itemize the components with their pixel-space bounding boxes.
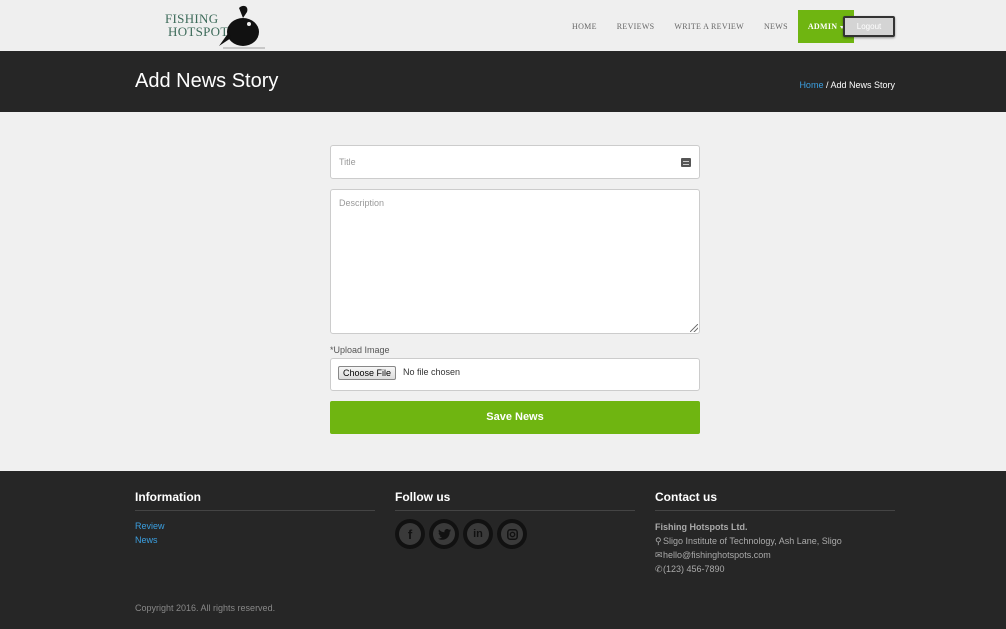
fish-icon bbox=[219, 5, 265, 49]
twitter-icon[interactable] bbox=[429, 519, 459, 549]
facebook-icon[interactable]: f bbox=[395, 519, 425, 549]
nav-news[interactable]: NEWS bbox=[754, 10, 798, 43]
contact-address-row: ⚲Sligo Institute of Technology, Ash Lane… bbox=[655, 534, 895, 548]
footer-follow: Follow us f in bbox=[395, 490, 635, 549]
keyboard-icon bbox=[681, 158, 691, 167]
footer-link-news[interactable]: News bbox=[135, 533, 375, 547]
phone-icon: ✆ bbox=[655, 564, 663, 574]
save-news-button[interactable]: Save News bbox=[330, 401, 700, 434]
main-nav: HOME REVIEWS WRITE A REVIEW NEWS ADMIN bbox=[562, 10, 855, 43]
footer-link-review[interactable]: Review bbox=[135, 519, 375, 533]
nav-admin-label: ADMIN bbox=[807, 22, 838, 31]
nav-reviews[interactable]: REVIEWS bbox=[607, 10, 665, 43]
top-navbar: FISHING HOTSPOTS HOME REVIEWS WRITE A RE… bbox=[0, 0, 1006, 51]
logout-button[interactable]: Logout bbox=[843, 16, 895, 37]
footer-contact: Contact us Fishing Hotspots Ltd. ⚲Sligo … bbox=[655, 490, 895, 576]
footer-information-heading: Information bbox=[135, 490, 375, 511]
social-icons: f in bbox=[395, 519, 635, 549]
linkedin-icon[interactable]: in bbox=[463, 519, 493, 549]
brand-logo[interactable]: FISHING HOTSPOTS bbox=[163, 2, 268, 50]
footer-links: Review News bbox=[135, 519, 375, 547]
title-placeholder: Title bbox=[339, 157, 356, 167]
file-status-text: No file chosen bbox=[403, 367, 461, 377]
page-title: Add News Story bbox=[135, 70, 279, 92]
footer-information: Information Review News bbox=[135, 490, 375, 547]
map-marker-icon: ⚲ bbox=[655, 536, 662, 546]
breadcrumb-home-link[interactable]: Home bbox=[799, 80, 823, 90]
resize-handle-icon[interactable] bbox=[690, 324, 698, 332]
news-form-area: Title Description *Upload Image Choose F… bbox=[0, 112, 1006, 471]
page-header-band: Add News Story Home / Add News Story bbox=[0, 51, 1006, 112]
upload-image-label: *Upload Image bbox=[330, 345, 390, 355]
contact-phone: (123) 456-7890 bbox=[663, 564, 725, 574]
contact-email-row: ✉hello@fishinghotspots.com bbox=[655, 548, 895, 562]
contact-address: Sligo Institute of Technology, Ash Lane,… bbox=[663, 536, 842, 546]
contact-company: Fishing Hotspots Ltd. bbox=[655, 522, 748, 532]
description-placeholder: Description bbox=[339, 198, 385, 208]
envelope-icon: ✉ bbox=[655, 550, 663, 560]
instagram-icon[interactable] bbox=[497, 519, 527, 549]
title-input[interactable]: Title bbox=[330, 145, 700, 179]
contact-email[interactable]: hello@fishinghotspots.com bbox=[663, 550, 771, 560]
footer-contact-heading: Contact us bbox=[655, 490, 895, 511]
site-footer: Information Review News Follow us f in C… bbox=[0, 471, 1006, 629]
footer-follow-heading: Follow us bbox=[395, 490, 635, 511]
breadcrumb-current: / Add News Story bbox=[825, 80, 895, 90]
description-textarea[interactable]: Description bbox=[330, 189, 700, 334]
copyright-text: Copyright 2016. All rights reserved. bbox=[135, 603, 276, 613]
nav-write-review[interactable]: WRITE A REVIEW bbox=[664, 10, 754, 43]
nav-home[interactable]: HOME bbox=[562, 10, 607, 43]
image-file-input[interactable]: Choose File No file chosen bbox=[330, 358, 700, 391]
contact-details: Fishing Hotspots Ltd. ⚲Sligo Institute o… bbox=[655, 520, 895, 576]
breadcrumb: Home / Add News Story bbox=[799, 80, 895, 90]
contact-phone-row: ✆(123) 456-7890 bbox=[655, 562, 895, 576]
choose-file-button[interactable]: Choose File bbox=[338, 366, 397, 380]
